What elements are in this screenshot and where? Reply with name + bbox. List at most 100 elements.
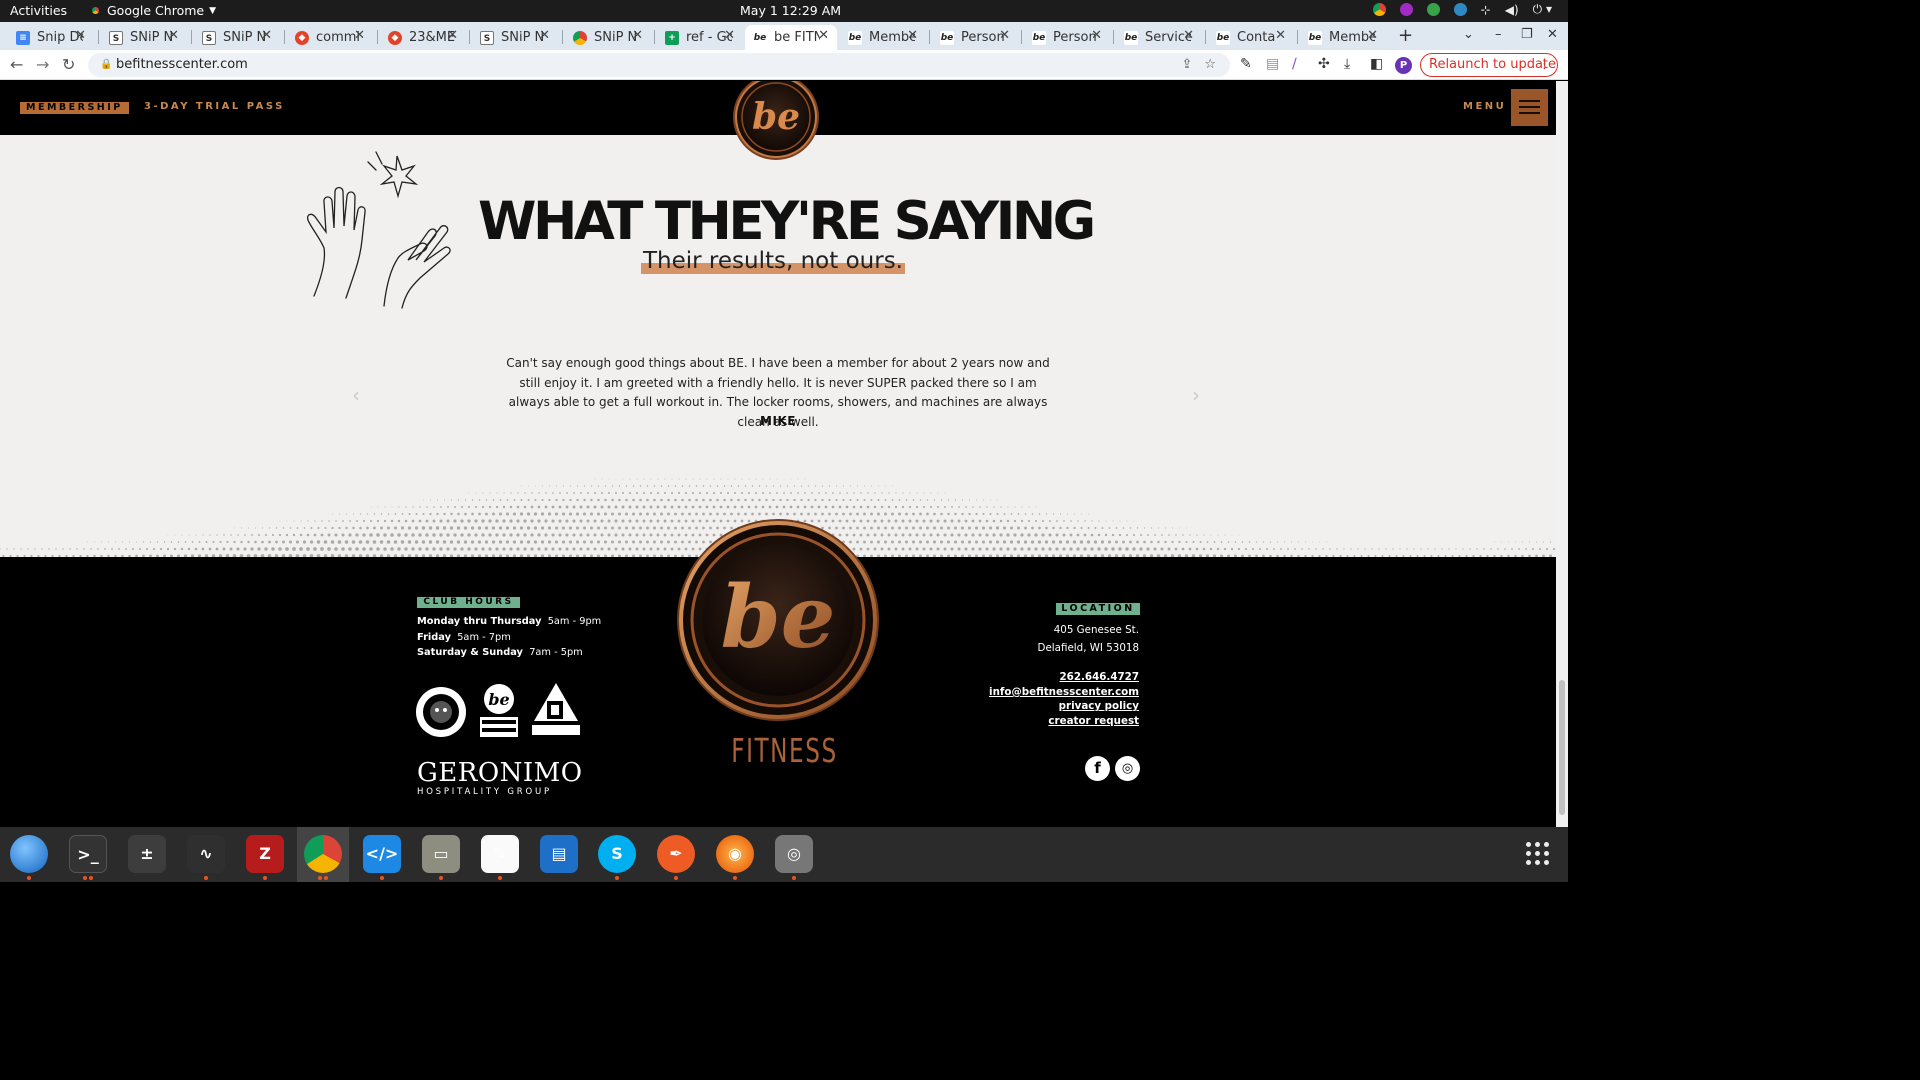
volume-icon[interactable]: ◀) <box>1505 3 1519 17</box>
forward-icon[interactable]: → <box>36 55 49 74</box>
firefox-tray-icon[interactable] <box>1399 3 1413 16</box>
browser-tab[interactable]: be Conta ✕ <box>1208 25 1294 50</box>
maximize-icon[interactable]: ❐ <box>1521 27 1533 42</box>
close-tab-icon[interactable]: ✕ <box>724 28 735 43</box>
power-icon[interactable]: ⏻ ▾ <box>1533 2 1552 17</box>
browser-tab[interactable]: ◆ commi ✕ <box>287 25 373 50</box>
activities-button[interactable]: Activities <box>10 3 67 18</box>
libreoffice-writer-icon[interactable]: ▤ <box>540 835 578 873</box>
bark-river-crossfit-logo[interactable] <box>416 687 466 737</box>
new-tab-button[interactable]: + <box>1398 25 1413 46</box>
back-icon[interactable]: ← <box>10 55 23 74</box>
browser-tab[interactable]: + ref - Go ✕ <box>657 25 743 50</box>
tab-separator <box>469 30 470 44</box>
vscode-icon[interactable]: </> <box>363 835 401 873</box>
thunderbird-icon[interactable] <box>10 835 48 873</box>
address-bar[interactable]: 🔒 befitnesscenter.com ⇪ ☆ <box>88 53 1230 77</box>
browser-tab[interactable]: be Service ✕ <box>1116 25 1202 50</box>
lock-icon[interactable]: 🔒 <box>100 53 112 77</box>
relaunch-button[interactable]: Relaunch to update ⋮ <box>1420 53 1558 77</box>
blender-icon[interactable]: ◉ <box>716 835 754 873</box>
profile-avatar[interactable]: P <box>1395 57 1412 74</box>
network-icon[interactable]: ⊹ <box>1481 3 1491 17</box>
chrome-tray-icon[interactable] <box>1372 3 1386 16</box>
be-sports-performance-logo[interactable]: be <box>480 684 518 737</box>
system-monitor-icon[interactable]: ∿ <box>187 835 225 873</box>
disks-icon[interactable]: ◎ <box>775 835 813 873</box>
close-tab-icon[interactable]: ✕ <box>354 28 365 43</box>
close-tab-icon[interactable]: ✕ <box>999 28 1010 43</box>
email-link[interactable]: info@befitnesscenter.com <box>989 685 1139 700</box>
browser-tab[interactable]: be Membe ✕ <box>840 25 926 50</box>
close-tab-icon[interactable]: ✕ <box>632 28 643 43</box>
close-tab-icon[interactable]: ✕ <box>75 28 86 43</box>
extension-icon[interactable]: ▤ <box>1266 56 1279 72</box>
pen-extension-icon[interactable]: ∕ <box>1292 56 1297 72</box>
skype-icon[interactable]: S <box>598 835 636 873</box>
close-tab-icon[interactable]: ✕ <box>907 28 918 43</box>
browser-tab[interactable]: S SNiP N ✕ <box>472 25 558 50</box>
browser-tab[interactable]: be Membe ✕ <box>1300 25 1386 50</box>
close-tab-icon[interactable]: ✕ <box>818 28 829 43</box>
minimize-icon[interactable]: – <box>1495 27 1502 42</box>
clock[interactable]: May 1 12:29 AM <box>740 3 841 18</box>
hamburger-menu-button[interactable] <box>1511 89 1548 126</box>
location-label: LOCATION <box>1056 603 1140 615</box>
postman-icon[interactable]: ✒ <box>657 835 695 873</box>
show-apps-grid-icon[interactable] <box>1526 842 1550 866</box>
phone-link[interactable]: 262.646.4727 <box>989 670 1139 685</box>
filezilla-icon[interactable]: Z <box>246 835 284 873</box>
running-indicator <box>380 876 384 880</box>
menu-label[interactable]: MENU <box>1463 101 1506 112</box>
running-indicator <box>439 876 443 880</box>
close-tab-icon[interactable]: ✕ <box>447 28 458 43</box>
membership-link[interactable]: MEMBERSHIP <box>20 102 129 114</box>
check-tray-icon[interactable] <box>1426 3 1440 16</box>
reload-icon[interactable]: ↻ <box>62 55 75 74</box>
close-tab-icon[interactable]: ✕ <box>1183 28 1194 43</box>
files-icon[interactable]: ▭ <box>422 835 460 873</box>
calculator-icon[interactable]: ± <box>128 835 166 873</box>
chrome-icon <box>89 4 102 17</box>
refuge-logo[interactable] <box>532 683 580 735</box>
scrollbar-thumb[interactable] <box>1559 680 1565 815</box>
browser-tab[interactable]: S SNiP N ✕ <box>194 25 280 50</box>
close-tab-icon[interactable]: ✕ <box>261 28 272 43</box>
geronimo-hospitality-logo[interactable]: GERONIMO HOSPITALITY GROUP <box>417 760 583 797</box>
close-tab-icon[interactable]: ✕ <box>1091 28 1102 43</box>
tab-search-icon[interactable]: ⌄ <box>1463 27 1474 42</box>
close-tab-icon[interactable]: ✕ <box>1367 28 1378 43</box>
side-panel-icon[interactable]: ◧ <box>1370 56 1383 72</box>
sync-tray-icon[interactable] <box>1453 3 1467 16</box>
download-icon[interactable]: ⤓ <box>1344 56 1350 72</box>
browser-tab[interactable]: SNiP N ✕ <box>565 25 651 50</box>
eyedropper-extension-icon[interactable]: ✎ <box>1240 56 1252 72</box>
browser-tab[interactable]: be be FITN ✕ <box>745 25 837 50</box>
facebook-icon[interactable]: f <box>1085 756 1110 781</box>
privacy-policy-link[interactable]: privacy policy <box>989 699 1139 714</box>
creator-request-link[interactable]: creator request <box>989 714 1139 729</box>
browser-tab[interactable]: be Person ✕ <box>1024 25 1110 50</box>
extensions-puzzle-icon[interactable]: ✣ <box>1318 56 1330 72</box>
app-menu[interactable]: Google Chrome ▼ <box>89 3 216 18</box>
carousel-next-icon[interactable]: › <box>1192 383 1200 407</box>
bookmark-star-icon[interactable]: ☆ <box>1204 53 1216 77</box>
browser-tab[interactable]: ≡ Snip De ✕ <box>8 25 94 50</box>
terminal-icon[interactable]: >_ <box>69 835 107 873</box>
text-editor-icon[interactable]: ✎ <box>481 835 519 873</box>
header-logo[interactable]: be <box>731 81 821 161</box>
browser-tab[interactable]: ◆ 23&ME ✕ <box>380 25 466 50</box>
browser-tab[interactable]: S SNiP N ✕ <box>101 25 187 50</box>
close-tab-icon[interactable]: ✕ <box>168 28 179 43</box>
url-text[interactable]: befitnesscenter.com <box>116 57 248 72</box>
chrome-icon[interactable] <box>304 835 342 873</box>
close-tab-icon[interactable]: ✕ <box>539 28 550 43</box>
carousel-prev-icon[interactable]: ‹ <box>352 383 360 407</box>
instagram-icon[interactable]: ◎ <box>1115 756 1140 781</box>
close-tab-icon[interactable]: ✕ <box>1275 28 1286 43</box>
system-tray[interactable]: ⊹ ◀) ⏻ ▾ <box>1372 2 1552 17</box>
close-window-icon[interactable]: ✕ <box>1547 27 1558 42</box>
share-icon[interactable]: ⇪ <box>1181 53 1192 77</box>
trial-pass-link[interactable]: 3-DAY TRIAL PASS <box>144 101 285 112</box>
browser-tab[interactable]: be Person ✕ <box>932 25 1018 50</box>
